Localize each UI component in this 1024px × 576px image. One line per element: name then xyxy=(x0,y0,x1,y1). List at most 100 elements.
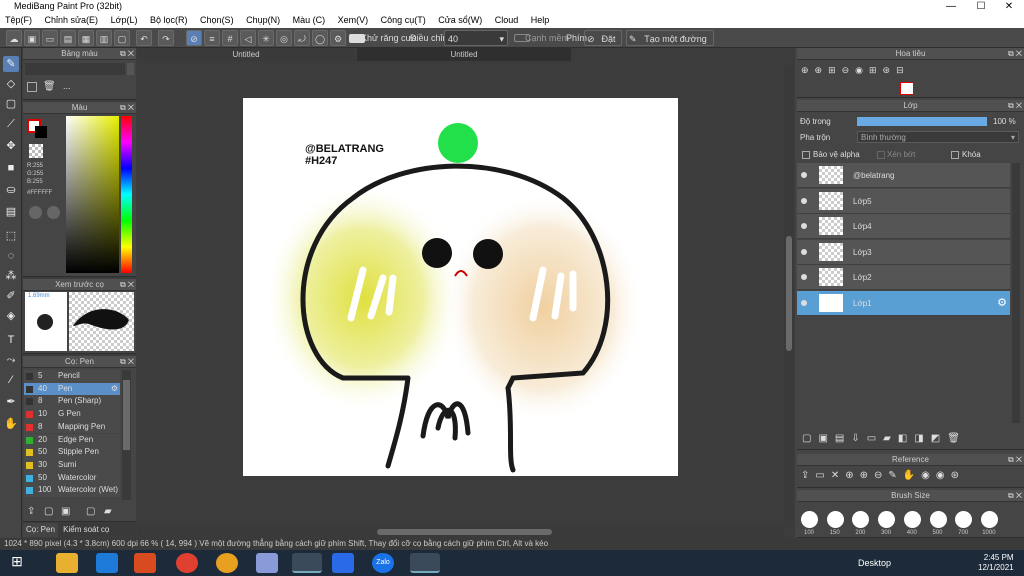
move-tool-icon[interactable]: ✥ xyxy=(3,138,19,154)
rectangle-tool-icon[interactable]: ▢ xyxy=(3,96,19,112)
hand-tool-icon[interactable]: ✋ xyxy=(3,416,19,432)
minimize-button[interactable]: — xyxy=(938,0,964,13)
brush-copy-icon[interactable]: ▢ xyxy=(86,506,95,517)
layer-row[interactable]: @belatrang xyxy=(797,163,1010,188)
bucket-tool-icon[interactable]: ⛀ xyxy=(3,182,19,198)
visibility-eye-icon[interactable] xyxy=(801,223,807,230)
brush-item[interactable]: 8 Pen (Sharp) xyxy=(24,395,120,409)
file-explorer-icon[interactable] xyxy=(56,553,78,573)
protect-alpha-checkbox[interactable] xyxy=(802,151,810,159)
snap-cross-icon[interactable]: # xyxy=(222,30,238,46)
desktop-label[interactable]: Desktop xyxy=(858,558,891,568)
navigator-toolbar[interactable]: ⊕⊕⊞⊖◉⊞⊛⊟ xyxy=(801,65,910,76)
palette-swatch-area[interactable] xyxy=(25,63,125,75)
operation-tool-icon[interactable]: ⤳ xyxy=(3,352,19,368)
visibility-eye-icon[interactable] xyxy=(801,274,807,281)
snap-vanish-icon[interactable]: ◁ xyxy=(240,30,256,46)
canvas-horizontal-scrollbar[interactable] xyxy=(137,526,784,538)
export-icon[interactable]: ▢ xyxy=(114,30,130,46)
page-icon[interactable]: ▤ xyxy=(60,30,76,46)
layer-scrollbar[interactable] xyxy=(1012,163,1020,423)
pen-select-tool-icon[interactable]: ✒ xyxy=(3,394,19,410)
menu-help[interactable]: Help xyxy=(526,13,555,28)
visibility-eye-icon[interactable] xyxy=(801,248,807,255)
select-tool-icon[interactable]: ⬚ xyxy=(3,228,19,244)
magic-wand-tool-icon[interactable]: ⁂ xyxy=(3,268,19,284)
undo-icon[interactable]: ↶ xyxy=(136,30,152,46)
layer-row[interactable]: Lớp3 xyxy=(797,239,1010,265)
cloud-icon[interactable]: ☁ xyxy=(6,30,22,46)
edge-browser-icon[interactable] xyxy=(96,553,118,573)
gradient-tool-icon[interactable]: ▤ xyxy=(3,204,19,220)
menu-cloud[interactable]: Cloud xyxy=(490,13,524,28)
save-icon[interactable]: ▣ xyxy=(24,30,40,46)
snap-curve-icon[interactable]: ⤾ xyxy=(294,30,310,46)
media-player-icon[interactable] xyxy=(134,553,156,573)
delete-palette-icon[interactable]: 🗑 xyxy=(43,81,56,92)
panel-controls-icon[interactable]: ⧉ ✕ xyxy=(120,279,134,291)
navigator-thumbnail[interactable] xyxy=(900,82,914,95)
paint-app-icon[interactable] xyxy=(256,553,278,573)
panel-controls-icon[interactable]: ⧉ ✕ xyxy=(1008,100,1022,112)
background-color-swatch[interactable] xyxy=(35,126,47,138)
panel-controls-icon[interactable]: ⧉ ✕ xyxy=(1008,48,1022,60)
palette-more-button[interactable]: ... xyxy=(63,81,71,91)
doc-tab-2[interactable]: Untitled xyxy=(357,48,571,61)
layer-row[interactable]: Lớp2 xyxy=(797,265,1010,291)
transparent-swatch[interactable] xyxy=(29,144,43,158)
comment-icon[interactable]: ▭ xyxy=(42,30,58,46)
brush-size-dot[interactable] xyxy=(903,511,921,528)
menu-select[interactable]: Chọn(S) xyxy=(195,13,239,28)
brush-item[interactable]: 40 Pen ⚙ xyxy=(24,382,120,396)
lasso-tool-icon[interactable]: ◌ xyxy=(3,248,19,264)
brush-list-scroll-thumb[interactable] xyxy=(123,380,130,450)
menu-color[interactable]: Màu (C) xyxy=(288,13,331,28)
layer-toolbar[interactable]: ▢▣▤⇩▭▰◧◨◩🗑 xyxy=(797,430,1024,448)
snap-settings-icon[interactable]: ⚙ xyxy=(330,30,346,46)
grid-icon[interactable]: ▦ xyxy=(78,30,94,46)
saturation-value-field[interactable] xyxy=(66,116,119,273)
brush-size-dot[interactable] xyxy=(929,511,947,528)
tab-brush-pen[interactable]: Cọ: Pen xyxy=(23,523,58,537)
eyedropper-tool-icon[interactable]: ⁄ xyxy=(3,372,19,388)
eraser-tool-icon[interactable]: ◇ xyxy=(3,76,19,92)
palette-scrollbar[interactable] xyxy=(127,63,134,75)
brush-item[interactable]: 5 Pencil xyxy=(24,370,120,383)
gear-icon[interactable]: ⚙ xyxy=(997,291,1007,316)
tab-brush-control[interactable]: Kiểm soát cọ xyxy=(60,523,112,537)
document-icon[interactable]: ▥ xyxy=(96,30,112,46)
clipping-checkbox[interactable] xyxy=(877,151,885,159)
fill-rect-tool-icon[interactable]: ■ xyxy=(3,160,19,176)
menu-tools[interactable]: Công cụ(T) xyxy=(376,13,431,28)
brush-item[interactable]: 50 Watercolor xyxy=(24,471,120,485)
brush-size-dot[interactable] xyxy=(878,511,896,528)
horizontal-scroll-thumb[interactable] xyxy=(377,529,552,535)
lock-checkbox[interactable] xyxy=(951,151,959,159)
vertical-scroll-thumb[interactable] xyxy=(786,236,792,351)
adjust-select[interactable]: 40 ▾ xyxy=(444,30,508,46)
visibility-eye-icon[interactable] xyxy=(801,300,807,306)
chrome-canary-icon[interactable] xyxy=(216,553,238,573)
menu-window[interactable]: Cửa sổ(W) xyxy=(433,13,487,28)
layer-row[interactable]: Lớp4 xyxy=(797,214,1010,240)
close-button[interactable]: ✕ xyxy=(996,0,1022,13)
brush-size-dot[interactable] xyxy=(826,511,844,528)
new-palette-icon[interactable] xyxy=(27,82,37,92)
panel-controls-icon[interactable]: ⧉ ✕ xyxy=(120,102,134,114)
clock[interactable]: 2:45 PM 12/1/2021 xyxy=(978,553,1014,573)
snap-parallel-icon[interactable]: ≡ xyxy=(204,30,220,46)
brush-item[interactable]: 50 Stipple Pen xyxy=(24,446,120,459)
layer-row[interactable]: Lớp1 ⚙ xyxy=(797,291,1010,316)
snap-circle-icon[interactable]: ◎ xyxy=(276,30,292,46)
select-pen-tool-icon[interactable]: ✐ xyxy=(3,288,19,304)
brush-menu-icon[interactable]: ▣ xyxy=(61,506,70,517)
panel-controls-icon[interactable]: ⧉ ✕ xyxy=(1008,490,1022,502)
redo-icon[interactable]: ↷ xyxy=(158,30,174,46)
brush-add-icon[interactable]: ⇪ xyxy=(27,506,35,517)
chrome-icon[interactable] xyxy=(176,553,198,573)
reset-button[interactable]: ⊘Đặt lại xyxy=(584,30,622,60)
gear-icon[interactable]: ⚙ xyxy=(111,383,118,396)
snap-ellipse-icon[interactable]: ◯ xyxy=(312,30,328,46)
text-tool-icon[interactable]: T xyxy=(3,332,19,348)
chrome-active-icon[interactable] xyxy=(292,553,322,573)
